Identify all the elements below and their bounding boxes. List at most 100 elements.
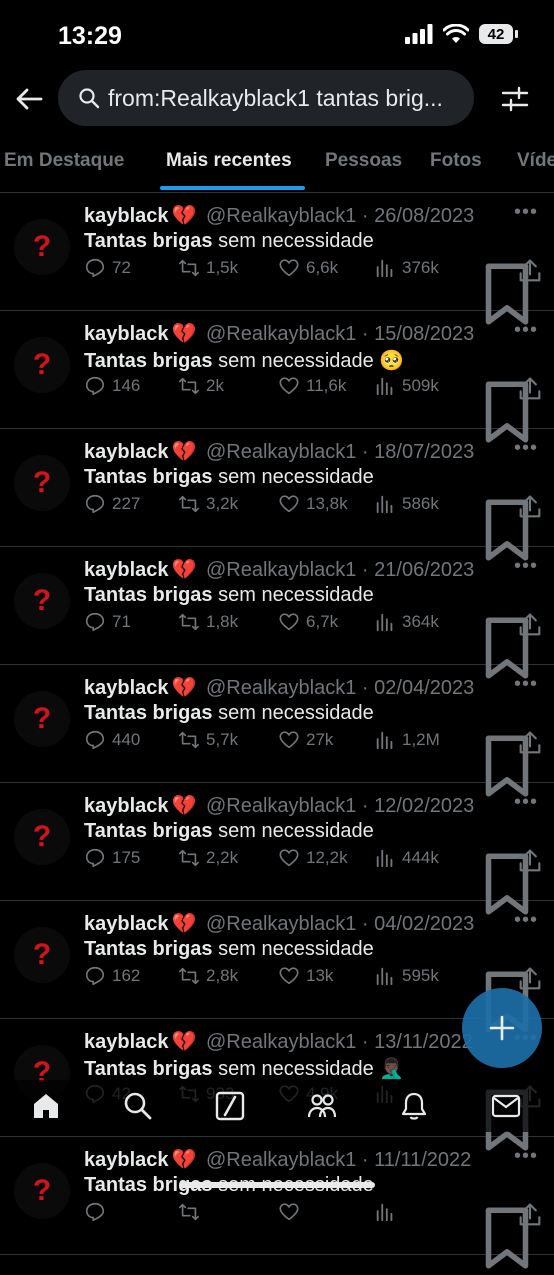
share-icon[interactable] xyxy=(516,611,544,639)
share-icon[interactable] xyxy=(516,257,544,285)
messages-icon[interactable] xyxy=(490,1090,522,1122)
tweet[interactable]: ? kayblack 💔 @Realkayblack1 · 11/11/2022 … xyxy=(0,1137,554,1269)
reply-button[interactable]: 227 xyxy=(84,489,140,519)
share-icon[interactable] xyxy=(516,965,544,993)
author-handle[interactable]: @Realkayblack1 xyxy=(206,677,356,699)
tweet[interactable]: ? kayblack 💔 @Realkayblack1 · 15/08/2023 … xyxy=(0,311,554,443)
tweet[interactable]: ? kayblack 💔 @Realkayblack1 · 18/07/2023 … xyxy=(0,429,554,561)
search-query[interactable]: from:Realkayblack1 tantas brig... xyxy=(108,85,458,112)
more-options-icon[interactable]: ••• xyxy=(514,1145,538,1168)
tab-em-destaque[interactable]: Em Destaque xyxy=(4,150,124,172)
like-button[interactable]: 13k xyxy=(278,961,333,991)
reply-button[interactable]: 146 xyxy=(84,371,140,401)
search-icon[interactable] xyxy=(122,1090,154,1122)
author-name[interactable]: kayblack xyxy=(84,441,169,463)
tweet[interactable]: ? kayblack 💔 @Realkayblack1 · 12/02/2023 … xyxy=(0,783,554,915)
more-options-icon[interactable]: ••• xyxy=(514,555,538,578)
search-input[interactable]: from:Realkayblack1 tantas brig... xyxy=(58,70,474,126)
like-button[interactable]: 27k xyxy=(278,725,333,755)
like-button[interactable]: 13,8k xyxy=(278,489,348,519)
more-options-icon[interactable]: ••• xyxy=(514,673,538,696)
author-handle[interactable]: @Realkayblack1 xyxy=(206,1149,356,1171)
author-handle[interactable]: @Realkayblack1 xyxy=(206,1031,356,1053)
more-options-icon[interactable]: ••• xyxy=(514,909,538,932)
author-name[interactable]: kayblack xyxy=(84,913,169,935)
tweet-date[interactable]: 04/02/2023 xyxy=(374,913,474,935)
retweet-button[interactable]: 2,8k xyxy=(178,961,238,991)
tweet-date[interactable]: 21/06/2023 xyxy=(374,559,474,581)
avatar[interactable]: ? xyxy=(14,1163,70,1219)
author-name[interactable]: kayblack xyxy=(84,205,169,227)
tweet-date[interactable]: 18/07/2023 xyxy=(374,441,474,463)
reply-button[interactable]: 162 xyxy=(84,961,140,991)
like-button[interactable]: 6,7k xyxy=(278,607,338,637)
notifications-icon[interactable] xyxy=(398,1090,430,1122)
author-name[interactable]: kayblack xyxy=(84,677,169,699)
reply-button[interactable]: 72 xyxy=(84,253,131,283)
views-button[interactable]: 586k xyxy=(374,489,439,519)
views-button[interactable]: 444k xyxy=(374,843,439,873)
author-name[interactable]: kayblack xyxy=(84,559,169,581)
like-button[interactable]: 12,2k xyxy=(278,843,348,873)
views-button[interactable]: 1,2M xyxy=(374,725,440,755)
like-button[interactable] xyxy=(278,1197,306,1227)
more-options-icon[interactable]: ••• xyxy=(514,201,538,224)
tab-fotos[interactable]: Fotos xyxy=(430,150,482,172)
tweet[interactable]: ? kayblack 💔 @Realkayblack1 · 21/06/2023 … xyxy=(0,547,554,679)
retweet-button[interactable]: 2k xyxy=(178,371,224,401)
avatar[interactable]: ? xyxy=(14,219,70,275)
retweet-button[interactable]: 3,2k xyxy=(178,489,238,519)
retweet-button[interactable]: 2,2k xyxy=(178,843,238,873)
retweet-button[interactable]: 1,8k xyxy=(178,607,238,637)
retweet-button[interactable] xyxy=(178,1197,206,1227)
author-handle[interactable]: @Realkayblack1 xyxy=(206,913,356,935)
author-handle[interactable]: @Realkayblack1 xyxy=(206,441,356,463)
reply-button[interactable] xyxy=(84,1197,112,1227)
avatar[interactable]: ? xyxy=(14,809,70,865)
reply-button[interactable]: 71 xyxy=(84,607,131,637)
compose-button[interactable] xyxy=(462,988,542,1068)
tab-pessoas[interactable]: Pessoas xyxy=(325,150,402,172)
share-icon[interactable] xyxy=(516,847,544,875)
more-options-icon[interactable]: ••• xyxy=(514,791,538,814)
like-button[interactable]: 11,6k xyxy=(278,371,346,401)
more-options-icon[interactable]: ••• xyxy=(514,319,538,342)
tweet[interactable]: ? kayblack 💔 @Realkayblack1 · 26/08/2023 … xyxy=(0,193,554,325)
tweet-date[interactable]: 26/08/2023 xyxy=(374,205,474,227)
reply-button[interactable]: 440 xyxy=(84,725,140,755)
avatar[interactable]: ? xyxy=(14,691,70,747)
tweet[interactable]: ? kayblack 💔 @Realkayblack1 · 02/04/2023 … xyxy=(0,665,554,797)
home-icon[interactable] xyxy=(30,1090,62,1122)
grok-icon[interactable] xyxy=(214,1090,246,1122)
tweet-date[interactable]: 11/11/2022 xyxy=(374,1149,471,1171)
like-button[interactable]: 6,6k xyxy=(278,253,338,283)
share-icon[interactable] xyxy=(516,729,544,757)
author-name[interactable]: kayblack xyxy=(84,795,169,817)
author-name[interactable]: kayblack xyxy=(84,1031,169,1053)
avatar[interactable]: ? xyxy=(14,455,70,511)
views-button[interactable]: 509k xyxy=(374,371,439,401)
views-button[interactable]: 364k xyxy=(374,607,439,637)
author-name[interactable]: kayblack xyxy=(84,1149,169,1171)
author-handle[interactable]: @Realkayblack1 xyxy=(206,559,356,581)
avatar[interactable]: ? xyxy=(14,573,70,629)
author-handle[interactable]: @Realkayblack1 xyxy=(206,795,356,817)
reply-button[interactable]: 175 xyxy=(84,843,140,873)
author-handle[interactable]: @Realkayblack1 xyxy=(206,323,356,345)
tweet-date[interactable]: 12/02/2023 xyxy=(374,795,474,817)
share-icon[interactable] xyxy=(516,1201,544,1229)
avatar[interactable]: ? xyxy=(14,927,70,983)
tab-mais-recentes[interactable]: Mais recentes xyxy=(166,150,292,172)
communities-icon[interactable] xyxy=(306,1090,338,1122)
filter-settings-icon[interactable] xyxy=(500,84,530,114)
share-icon[interactable] xyxy=(516,493,544,521)
retweet-button[interactable]: 1,5k xyxy=(178,253,238,283)
tweet-date[interactable]: 02/04/2023 xyxy=(374,677,474,699)
tweet-date[interactable]: 13/11/2022 xyxy=(374,1031,473,1053)
tweet-date[interactable]: 15/08/2023 xyxy=(374,323,474,345)
share-icon[interactable] xyxy=(516,375,544,403)
tab-videos[interactable]: Víde xyxy=(517,150,554,172)
author-name[interactable]: kayblack xyxy=(84,323,169,345)
retweet-button[interactable]: 5,7k xyxy=(178,725,238,755)
views-button[interactable] xyxy=(374,1197,402,1227)
